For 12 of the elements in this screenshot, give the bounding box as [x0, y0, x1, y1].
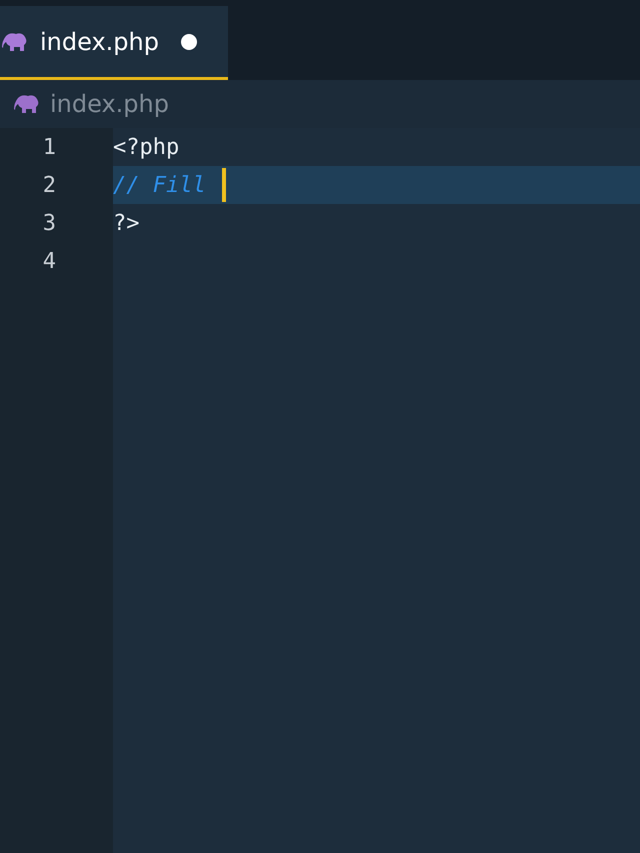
code-comment: // Fill: [113, 172, 206, 198]
code-text: <?php: [113, 134, 180, 160]
breadcrumb-item[interactable]: index.php: [50, 90, 169, 118]
elephant-icon: [14, 94, 40, 114]
line-number: 4: [42, 248, 56, 274]
line-number: 3: [42, 210, 56, 236]
elephant-icon: [2, 32, 28, 52]
line-number: 1: [42, 134, 56, 160]
file-tab[interactable]: index.php: [0, 6, 228, 80]
line-number: 2: [42, 172, 56, 198]
text-cursor: [222, 168, 226, 202]
code-text: ?>: [113, 210, 140, 236]
